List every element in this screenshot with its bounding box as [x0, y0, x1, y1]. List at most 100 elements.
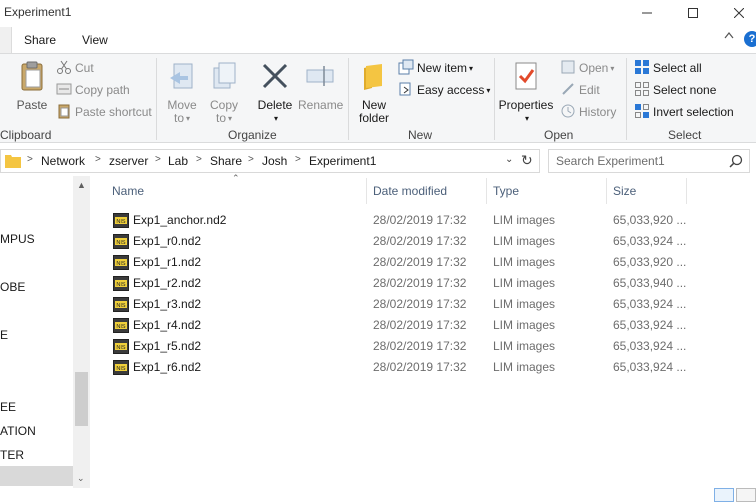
paste-button[interactable]: Paste — [14, 60, 50, 112]
close-button[interactable] — [716, 0, 756, 26]
tab-view[interactable]: View — [82, 33, 108, 47]
search-icon[interactable] — [729, 154, 743, 168]
breadcrumb-experiment1[interactable]: Experiment1 — [309, 154, 376, 168]
file-name[interactable]: Exp1_r6.nd2 — [133, 360, 201, 374]
table-row[interactable]: NIS Exp1_r0.nd2 28/02/2019 17:32 LIM images… — [105, 231, 686, 252]
table-row[interactable]: NIS Exp1_r1.nd2 28/02/2019 17:32 LIM images… — [105, 252, 686, 273]
nav-scrollbar[interactable]: ▲ ⌄ — [73, 176, 90, 488]
address-bar[interactable]: > Network > zserver > Lab > Share > Josh… — [0, 149, 540, 173]
breadcrumb-lab[interactable]: Lab — [168, 154, 188, 168]
file-name[interactable]: Exp1_r2.nd2 — [133, 276, 201, 290]
cut-button[interactable]: Cut — [56, 59, 94, 77]
nav-item[interactable]: MPUS — [0, 232, 35, 246]
breadcrumb-chevron-icon[interactable]: > — [196, 154, 202, 165]
details-view-icon[interactable] — [714, 488, 734, 502]
delete-label: Delete — [257, 98, 293, 112]
select-none-icon — [635, 82, 649, 96]
invert-selection-button[interactable]: Invert selection — [634, 103, 734, 121]
scroll-down-icon[interactable]: ⌄ — [77, 473, 85, 484]
properties-button[interactable]: Properties ▾ — [498, 60, 554, 125]
easy-access-button[interactable]: Easy access ▾ — [398, 81, 490, 99]
file-type: LIM images — [493, 360, 556, 374]
table-row[interactable]: NIS Exp1_r3.nd2 28/02/2019 17:32 LIM images… — [105, 294, 686, 315]
table-row[interactable]: NIS Exp1_r4.nd2 28/02/2019 17:32 LIM images… — [105, 315, 686, 336]
breadcrumb-chevron-icon[interactable]: > — [295, 154, 301, 165]
file-type: LIM images — [493, 297, 556, 311]
nis-file-icon: NIS — [113, 360, 129, 375]
copy-to-button[interactable]: Copy to ▾ — [206, 60, 242, 125]
file-type: LIM images — [493, 234, 556, 248]
table-row[interactable]: NIS Exp1_r5.nd2 28/02/2019 17:32 LIM images… — [105, 336, 687, 357]
paste-shortcut-button[interactable]: Paste shortcut — [56, 103, 152, 121]
file-name[interactable]: Exp1_r0.nd2 — [133, 234, 201, 248]
nav-item[interactable]: ATION — [0, 424, 36, 438]
history-button[interactable]: History — [560, 103, 616, 121]
new-item-button[interactable]: New item ▾ — [398, 59, 473, 77]
nav-item[interactable]: OBE — [0, 280, 25, 294]
file-size: 65,033,940 ... — [613, 276, 687, 290]
scroll-up-icon[interactable]: ▲ — [77, 180, 86, 190]
move-to-button[interactable]: Move to ▾ — [164, 60, 200, 125]
file-name[interactable]: Exp1_r5.nd2 — [133, 339, 201, 353]
edit-button[interactable]: Edit — [560, 81, 600, 99]
select-all-button[interactable]: Select all — [634, 59, 702, 77]
open-button[interactable]: Open ▾ — [560, 59, 614, 77]
select-group-label: Select — [668, 128, 702, 142]
history-label: History — [579, 105, 617, 119]
maximize-button[interactable] — [670, 0, 716, 26]
breadcrumb-chevron-icon[interactable]: > — [155, 154, 161, 165]
nav-item[interactable]: E — [0, 328, 8, 342]
nis-file-icon: NIS — [113, 297, 129, 312]
delete-button[interactable]: Delete ▾ — [254, 60, 296, 125]
minimize-icon — [642, 12, 652, 14]
rename-icon — [306, 66, 334, 86]
breadcrumb-chevron-icon[interactable]: > — [95, 154, 101, 165]
file-name[interactable]: Exp1_r4.nd2 — [133, 318, 201, 332]
file-name[interactable]: Exp1_anchor.nd2 — [133, 213, 226, 227]
new-group-label: New — [408, 128, 433, 142]
group-divider — [156, 58, 157, 140]
organize-group-label: Organize — [228, 128, 277, 142]
select-none-button[interactable]: Select none — [634, 81, 716, 99]
file-date-modified: 28/02/2019 17:32 — [373, 213, 467, 227]
table-row[interactable]: NIS Exp1_r2.nd2 28/02/2019 17:32 LIM images… — [105, 273, 687, 294]
help-icon[interactable]: ? — [744, 31, 756, 47]
breadcrumb-network[interactable]: Network — [41, 154, 85, 168]
collapse-ribbon-icon[interactable] — [724, 31, 734, 39]
properties-checkmark-icon — [515, 62, 537, 90]
tab-file[interactable] — [0, 27, 12, 53]
nav-item-selected[interactable] — [0, 466, 73, 486]
scrollbar-thumb[interactable] — [75, 372, 88, 426]
properties-dropdown-icon[interactable]: ▾ — [500, 112, 554, 125]
table-row[interactable]: NIS Exp1_r6.nd2 28/02/2019 17:32 LIM images… — [105, 357, 686, 378]
file-size: 65,033,924 ... — [613, 339, 687, 353]
nav-item[interactable]: EE — [0, 400, 16, 414]
address-history-dropdown-icon[interactable]: ⌄ — [505, 154, 513, 165]
breadcrumb-chevron-icon[interactable]: > — [248, 154, 254, 165]
nis-file-icon: NIS — [113, 276, 129, 291]
new-folder-button[interactable]: New folder — [354, 60, 394, 125]
refresh-icon[interactable]: ↻ — [521, 152, 533, 169]
breadcrumb-zserver[interactable]: zserver — [109, 154, 148, 168]
file-name[interactable]: Exp1_r1.nd2 — [133, 255, 201, 269]
table-row[interactable]: NIS Exp1_anchor.nd2 28/02/2019 17:32 LIM im… — [105, 210, 686, 231]
file-name[interactable]: Exp1_r3.nd2 — [133, 297, 201, 311]
nav-item[interactable]: TER — [0, 448, 24, 462]
cut-label: Cut — [75, 61, 94, 75]
tab-share[interactable]: Share — [24, 33, 56, 47]
minimize-button[interactable] — [624, 0, 670, 26]
nis-file-icon: NIS — [113, 234, 129, 249]
breadcrumb-chevron-icon[interactable]: > — [27, 154, 33, 165]
breadcrumb-josh[interactable]: Josh — [262, 154, 287, 168]
column-header-size[interactable]: Size — [606, 178, 687, 204]
large-icons-view-icon[interactable] — [736, 488, 756, 502]
delete-dropdown-icon[interactable]: ▾ — [256, 112, 296, 125]
search-input[interactable]: Search Experiment1 — [548, 149, 750, 173]
file-date-modified: 28/02/2019 17:32 — [373, 255, 467, 269]
column-header-name[interactable]: Name — [105, 178, 367, 204]
column-header-date-modified[interactable]: Date modified — [366, 178, 487, 204]
column-header-type[interactable]: Type — [486, 178, 607, 204]
rename-button[interactable]: Rename — [298, 60, 343, 112]
breadcrumb-share[interactable]: Share — [210, 154, 242, 168]
copy-path-button[interactable]: Copy path — [56, 81, 130, 99]
